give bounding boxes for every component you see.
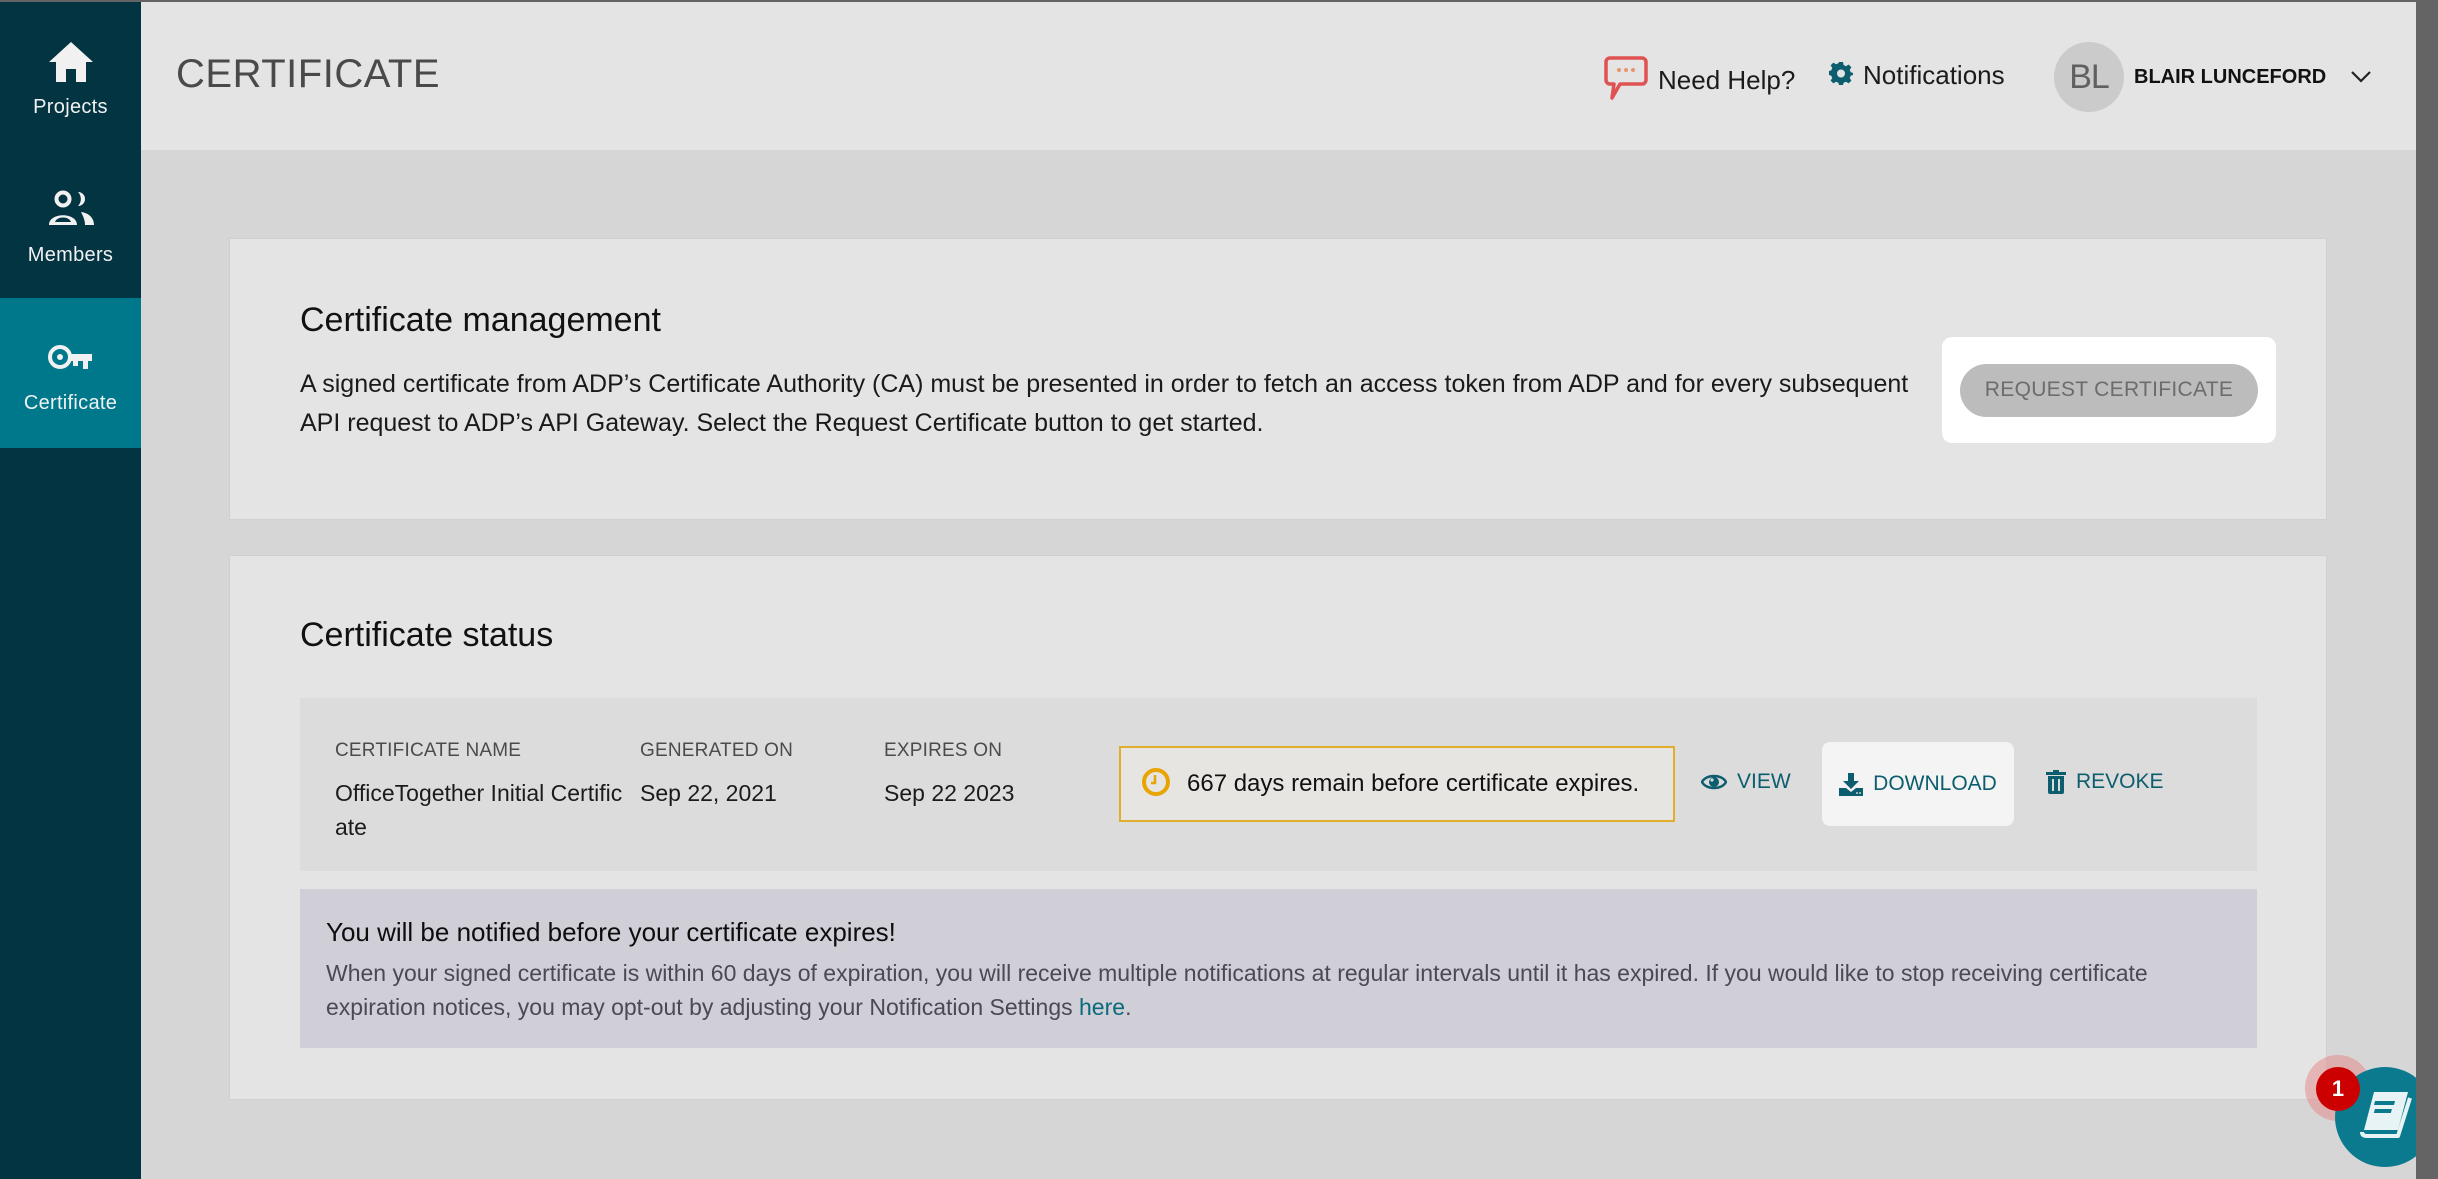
column-header: GENERATED ON	[640, 740, 794, 761]
chat-help-icon	[1604, 55, 1648, 106]
expiration-notice: You will be notified before your certifi…	[300, 889, 2257, 1048]
management-description: A signed certificate from ADP’s Certific…	[300, 370, 1909, 437]
need-help-button[interactable]: Need Help?	[1604, 55, 1795, 106]
notice-text: When your signed certificate is within 6…	[326, 960, 2148, 1020]
notice-suffix: .	[1125, 994, 1132, 1020]
revoke-button[interactable]: REVOKE	[2046, 770, 2164, 794]
column-header: CERTIFICATE NAME	[335, 740, 522, 761]
generated-on-column: GENERATED ON Sep 22, 2021	[640, 740, 793, 810]
download-label: DOWNLOAD	[1873, 772, 1997, 795]
sidebar-item-label: Projects	[33, 95, 108, 118]
notification-settings-link[interactable]: here	[1079, 994, 1125, 1020]
expires-on-value: Sep 22 2023	[884, 780, 1015, 806]
notice-body: When your signed certificate is within 6…	[326, 956, 2226, 1024]
section-title: Certificate management	[300, 301, 661, 339]
chevron-down-icon	[2350, 70, 2372, 84]
book-icon	[2358, 1090, 2412, 1145]
generated-on-value: Sep 22, 2021	[640, 780, 777, 806]
request-button-container: REQUEST CERTIFICATE	[1942, 337, 2276, 443]
revoke-label: REVOKE	[2076, 770, 2164, 793]
certificate-name: OfficeTogether Initial Certificate	[335, 780, 623, 840]
user-name: BLAIR LUNCEFORD	[2134, 65, 2327, 88]
app-window: Projects Members Certificate CERTIFICATE…	[0, 2, 2416, 1179]
sidebar-item-certificate[interactable]: Certificate	[0, 298, 141, 448]
gear-icon	[1829, 61, 1853, 90]
certificate-row: CERTIFICATE NAME OfficeTogether Initial …	[300, 698, 2257, 871]
home-icon	[45, 36, 97, 88]
members-icon	[45, 184, 97, 236]
sidebar-item-label: Certificate	[23, 391, 118, 414]
avatar: BL	[2054, 42, 2124, 112]
days-remaining-text: 667 days remain before certificate expir…	[1187, 770, 1640, 797]
request-certificate-button[interactable]: REQUEST CERTIFICATE	[1960, 363, 2258, 417]
download-button[interactable]: DOWNLOAD	[1822, 742, 2014, 826]
column-header: EXPIRES ON	[884, 740, 1003, 761]
download-icon	[1839, 772, 1864, 796]
user-menu[interactable]: BL BLAIR LUNCEFORD	[2054, 42, 2372, 112]
trash-icon	[2046, 770, 2066, 794]
expires-on-column: EXPIRES ON Sep 22 2023	[884, 740, 1014, 810]
sidebar-item-label: Members	[27, 243, 114, 266]
view-label: VIEW	[1737, 770, 1791, 793]
certificate-status-card: Certificate status CERTIFICATE NAME Offi…	[229, 555, 2327, 1100]
view-button[interactable]: VIEW	[1701, 770, 1791, 794]
certificate-management-card: Certificate management A signed certific…	[229, 238, 2327, 520]
sidebar-item-projects[interactable]: Projects	[0, 2, 141, 152]
notifications-label: Notifications	[1863, 60, 2005, 90]
sidebar: Projects Members Certificate	[0, 2, 141, 1179]
eye-icon	[1701, 773, 1727, 791]
need-help-label: Need Help?	[1658, 65, 1796, 95]
clock-icon	[1141, 767, 1171, 802]
sidebar-item-members[interactable]: Members	[0, 150, 141, 300]
page-title: CERTIFICATE	[176, 52, 441, 96]
days-remaining-banner: 667 days remain before certificate expir…	[1119, 746, 1675, 822]
notice-title: You will be notified before your certifi…	[326, 917, 896, 947]
section-title: Certificate status	[300, 616, 554, 654]
certificate-name-column: CERTIFICATE NAME OfficeTogether Initial …	[335, 740, 625, 844]
key-icon	[45, 332, 97, 384]
top-header: CERTIFICATE Need Help? Notifications BL	[141, 2, 2416, 150]
notification-badge: 1	[2316, 1067, 2360, 1111]
notifications-button[interactable]: Notifications	[1829, 60, 2005, 91]
